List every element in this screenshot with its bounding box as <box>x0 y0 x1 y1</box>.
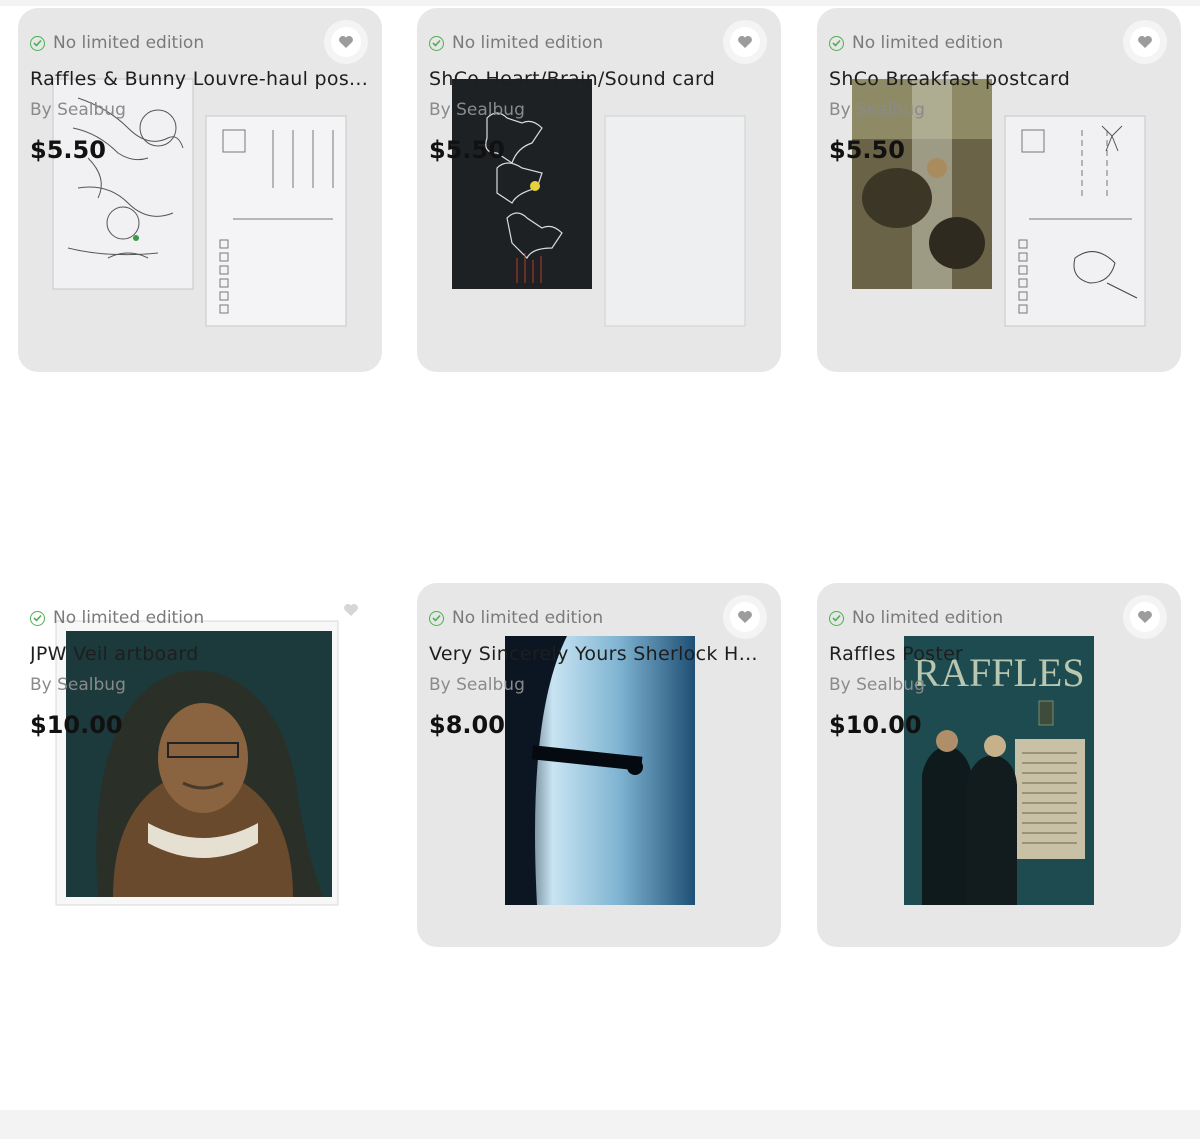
product-price: $10.00 <box>30 711 123 739</box>
product-price: $5.50 <box>829 136 905 164</box>
product-card[interactable]: No limited edition Raffles & Bunny Louvr… <box>18 8 382 372</box>
product-price: $8.00 <box>429 711 505 739</box>
check-circle-icon <box>829 35 844 51</box>
edition-label: No limited edition <box>452 608 604 628</box>
artist-name[interactable]: By Sealbug <box>30 100 370 120</box>
artist-name[interactable]: By Sealbug <box>829 100 1169 120</box>
product-card[interactable]: No limited edition Very Sincerely Yours … <box>417 583 781 947</box>
product-card[interactable]: No limited edition ShCo Breakfast postca… <box>817 8 1181 372</box>
edition-badge: No limited edition <box>829 32 1169 54</box>
edition-badge: No limited edition <box>30 607 370 629</box>
artist-name[interactable]: By Sealbug <box>429 675 769 695</box>
edition-label: No limited edition <box>852 608 1004 628</box>
edition-label: No limited edition <box>53 608 205 628</box>
edition-badge: No limited edition <box>30 32 370 54</box>
edition-badge: No limited edition <box>829 607 1169 629</box>
check-circle-icon <box>429 35 444 51</box>
product-title[interactable]: Very Sincerely Yours Sherlock Ho... <box>429 643 769 665</box>
edition-badge: No limited edition <box>429 32 769 54</box>
artist-name[interactable]: By Sealbug <box>829 675 1169 695</box>
product-card[interactable]: RAFFLES No limited edition Raffles Poste… <box>817 583 1181 947</box>
product-title[interactable]: ShCo Heart/Brain/Sound card <box>429 68 769 90</box>
edition-label: No limited edition <box>452 33 604 53</box>
product-title[interactable]: ShCo Breakfast postcard <box>829 68 1169 90</box>
top-strip <box>0 0 1200 6</box>
product-card[interactable]: No limited edition JPW Veil artboard By … <box>18 583 382 947</box>
artist-name[interactable]: By Sealbug <box>429 100 769 120</box>
product-price: $5.50 <box>429 136 505 164</box>
check-circle-icon <box>429 610 444 626</box>
product-price: $10.00 <box>829 711 922 739</box>
edition-label: No limited edition <box>852 33 1004 53</box>
edition-badge: No limited edition <box>429 607 769 629</box>
check-circle-icon <box>30 610 45 626</box>
artist-name[interactable]: By Sealbug <box>30 675 370 695</box>
check-circle-icon <box>30 35 45 51</box>
product-title[interactable]: Raffles & Bunny Louvre-haul pos... <box>30 68 370 90</box>
product-price: $5.50 <box>30 136 106 164</box>
bottom-strip <box>0 1110 1200 1139</box>
product-title[interactable]: Raffles Poster <box>829 643 1169 665</box>
edition-label: No limited edition <box>53 33 205 53</box>
product-card[interactable]: No limited edition ShCo Heart/Brain/Soun… <box>417 8 781 372</box>
check-circle-icon <box>829 610 844 626</box>
product-title[interactable]: JPW Veil artboard <box>30 643 370 665</box>
